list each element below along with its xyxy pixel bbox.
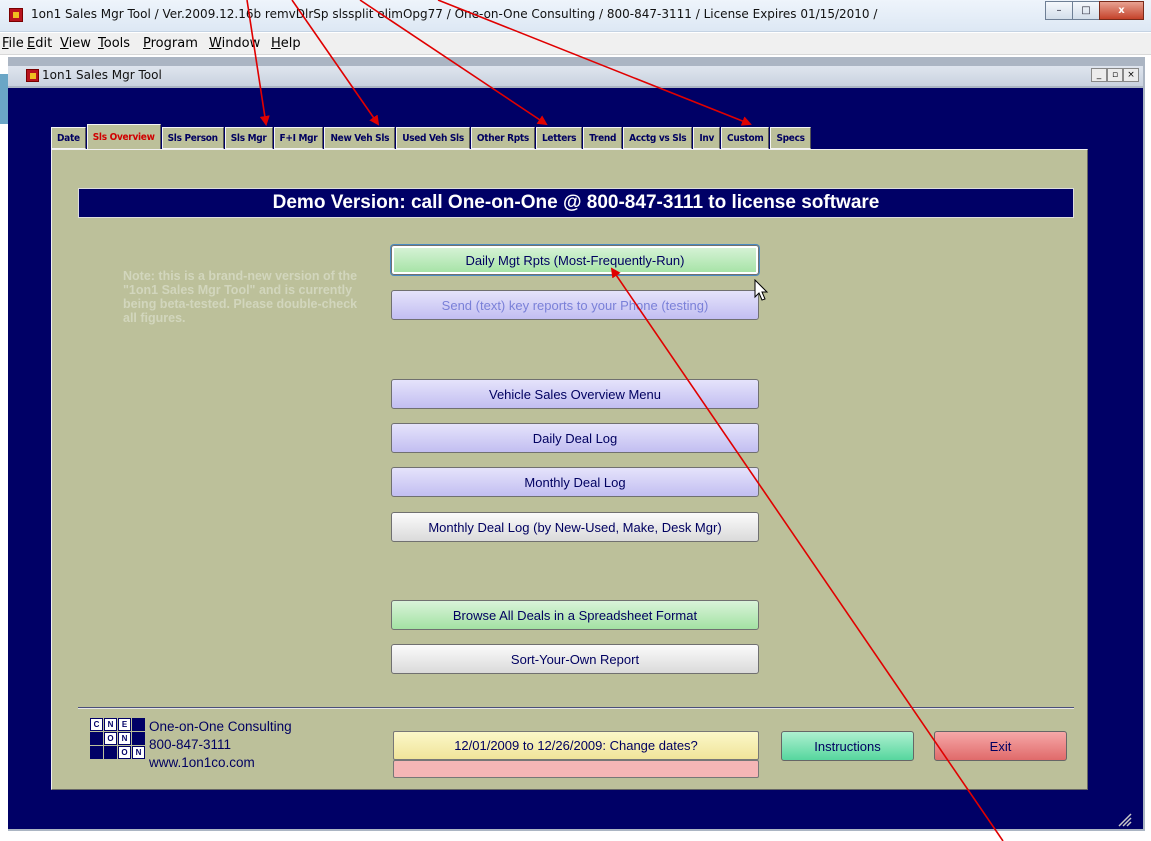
child-close-button[interactable]: × <box>1123 68 1139 82</box>
child-window-title-bar: 1on1 Sales Mgr Tool _ ▫ × <box>8 66 1143 86</box>
menu-tools[interactable]: Tools <box>98 36 130 51</box>
menu-window-label: indow <box>221 36 261 51</box>
company-logo: C N E O N O N E <box>90 718 146 774</box>
menu-bar: File Edit View Tools Program Window Help <box>0 33 1151 55</box>
footer-divider <box>78 707 1074 709</box>
tab-strip: Date Sls Overview Sls Person Sls Mgr F+I… <box>51 124 812 149</box>
logo-cell: O <box>118 746 131 759</box>
logo-cell: N <box>132 746 145 759</box>
company-info: One-on-One Consulting 800-847-3111 www.1… <box>149 718 292 772</box>
menu-window[interactable]: Window <box>209 36 260 51</box>
child-restore-button[interactable]: ▫ <box>1107 68 1123 82</box>
logo-cell: C <box>90 718 103 731</box>
tab-fi-mgr[interactable]: F+I Mgr <box>273 127 324 149</box>
logo-cell <box>104 746 117 759</box>
tab-sls-mgr[interactable]: Sls Mgr <box>224 127 273 149</box>
exit-button[interactable]: Exit <box>934 731 1067 761</box>
menu-file[interactable]: File <box>2 36 24 51</box>
menu-program-mnemonic: P <box>143 36 151 51</box>
menu-help-label: elp <box>280 36 301 51</box>
app-icon <box>9 8 23 22</box>
child-window-controls: _ ▫ × <box>1091 68 1139 82</box>
logo-cell: O <box>104 732 117 745</box>
menu-help-mnemonic: H <box>271 36 281 51</box>
tab-inv[interactable]: Inv <box>693 127 721 149</box>
logo-cell: N <box>104 718 117 731</box>
menu-view-label: iew <box>68 36 91 51</box>
demo-banner: Demo Version: call One-on-One @ 800-847-… <box>78 188 1074 218</box>
menu-view[interactable]: View <box>60 36 91 51</box>
child-app-icon <box>26 69 39 82</box>
child-minimize-button[interactable]: _ <box>1091 68 1107 82</box>
tab-sls-person[interactable]: Sls Person <box>161 127 224 149</box>
tab-other-rpts[interactable]: Other Rpts <box>470 127 535 149</box>
window-title: 1on1 Sales Mgr Tool / Ver.2009.12.16b re… <box>31 7 878 21</box>
tab-used-veh-sls[interactable]: Used Veh Sls <box>396 127 470 149</box>
close-button[interactable]: x <box>1099 1 1144 20</box>
company-website: www.1on1co.com <box>149 755 255 770</box>
tab-trend[interactable]: Trend <box>583 127 623 149</box>
logo-cell <box>90 732 103 745</box>
tab-acctg-vs-sls[interactable]: Acctg vs Sls <box>623 127 693 149</box>
menu-edit[interactable]: Edit <box>27 36 52 51</box>
tab-custom[interactable]: Custom <box>721 127 770 149</box>
sort-your-own-button[interactable]: Sort-Your-Own Report <box>391 644 759 674</box>
maximize-button[interactable]: □ <box>1072 1 1100 20</box>
change-dates-button[interactable]: 12/01/2009 to 12/26/2009: Change dates? <box>393 731 759 760</box>
daily-mgt-rpts-button[interactable]: Daily Mgt Rpts (Most-Frequently-Run) <box>391 245 759 275</box>
window-controls: – □ x <box>1045 1 1144 20</box>
vehicle-sales-overview-button[interactable]: Vehicle Sales Overview Menu <box>391 379 759 409</box>
tab-new-veh-sls[interactable]: New Veh Sls <box>324 127 396 149</box>
daily-deal-log-button[interactable]: Daily Deal Log <box>391 423 759 453</box>
window-title-bar: 1on1 Sales Mgr Tool / Ver.2009.12.16b re… <box>0 0 1151 32</box>
tab-date[interactable]: Date <box>51 127 86 149</box>
menu-program[interactable]: Program <box>143 36 198 51</box>
menu-edit-label: dit <box>35 36 53 51</box>
resize-grip-icon[interactable] <box>1116 811 1132 827</box>
instructions-button[interactable]: Instructions <box>781 731 914 761</box>
logo-cell: E <box>118 718 131 731</box>
logo-cell <box>132 732 145 745</box>
menu-file-label: ile <box>8 36 24 51</box>
company-name: One-on-One Consulting <box>149 719 292 734</box>
tab-specs[interactable]: Specs <box>770 127 811 149</box>
date-status-bar <box>393 760 759 778</box>
menu-window-mnemonic: W <box>209 36 222 51</box>
menu-tools-label: ools <box>103 36 131 51</box>
browse-all-deals-button[interactable]: Browse All Deals in a Spreadsheet Format <box>391 600 759 630</box>
mouse-cursor-icon <box>754 279 769 301</box>
tab-letters[interactable]: Letters <box>535 127 583 149</box>
menu-view-mnemonic: V <box>60 36 69 51</box>
tab-sls-overview[interactable]: Sls Overview <box>86 124 161 149</box>
monthly-deal-log-button[interactable]: Monthly Deal Log <box>391 467 759 497</box>
logo-cell <box>90 746 103 759</box>
monthly-deal-log-by-button[interactable]: Monthly Deal Log (by New-Used, Make, Des… <box>391 512 759 542</box>
child-window-title: 1on1 Sales Mgr Tool <box>42 68 162 82</box>
logo-cell: N <box>118 732 131 745</box>
menu-edit-mnemonic: E <box>27 36 36 51</box>
logo-cell <box>132 718 145 731</box>
beta-note: Note: this is a brand-new version of the… <box>123 269 358 325</box>
send-text-reports-button[interactable]: Send (text) key reports to your Phone (t… <box>391 290 759 320</box>
menu-program-label: rogram <box>150 36 198 51</box>
minimize-button[interactable]: – <box>1045 1 1073 20</box>
company-phone: 800-847-3111 <box>149 737 232 752</box>
menu-help[interactable]: Help <box>271 36 301 51</box>
